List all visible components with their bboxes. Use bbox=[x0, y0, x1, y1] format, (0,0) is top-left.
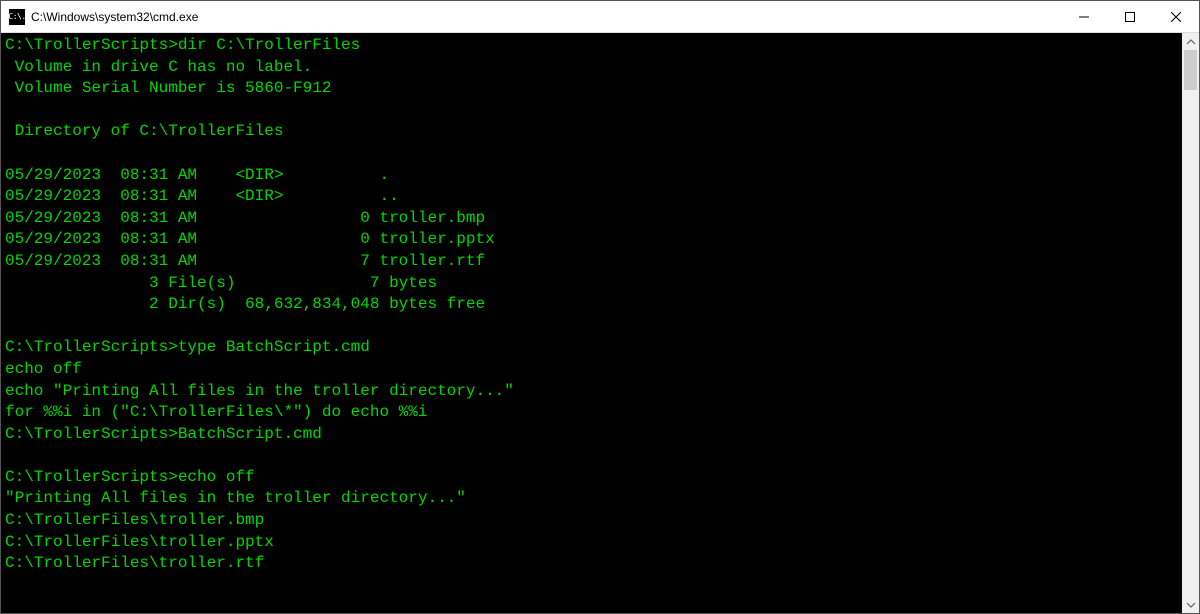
window-controls bbox=[1061, 1, 1199, 32]
terminal-area: C:\TrollerScripts>dir C:\TrollerFiles Vo… bbox=[1, 33, 1199, 613]
titlebar[interactable]: C:\. C:\Windows\system32\cmd.exe bbox=[1, 1, 1199, 33]
cmd-icon: C:\. bbox=[9, 9, 25, 25]
cmd-window: C:\. C:\Windows\system32\cmd.exe C:\Trol… bbox=[0, 0, 1200, 614]
close-button[interactable] bbox=[1153, 1, 1199, 32]
scroll-up-arrow-icon[interactable] bbox=[1182, 33, 1199, 50]
terminal-output[interactable]: C:\TrollerScripts>dir C:\TrollerFiles Vo… bbox=[1, 33, 1182, 613]
scroll-thumb[interactable] bbox=[1184, 50, 1197, 90]
scroll-down-arrow-icon[interactable] bbox=[1182, 596, 1199, 613]
minimize-button[interactable] bbox=[1061, 1, 1107, 32]
scroll-track[interactable] bbox=[1182, 50, 1199, 596]
vertical-scrollbar[interactable] bbox=[1182, 33, 1199, 613]
window-title: C:\Windows\system32\cmd.exe bbox=[31, 10, 1061, 24]
maximize-button[interactable] bbox=[1107, 1, 1153, 32]
